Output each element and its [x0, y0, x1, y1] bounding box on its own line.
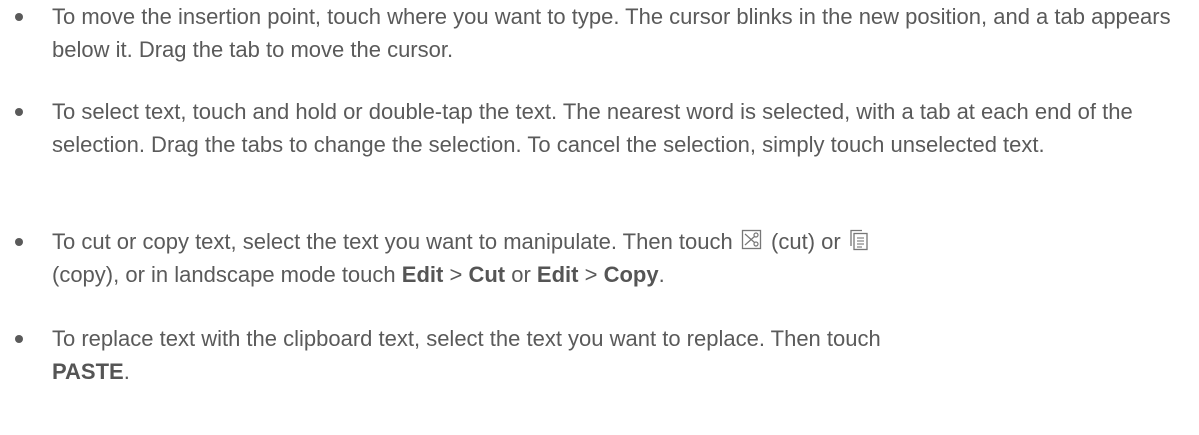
list-item-text: To move the insertion point, touch where…	[52, 4, 1171, 62]
bullet-dot	[15, 13, 23, 21]
period: .	[658, 262, 665, 287]
edit-menu-label: Edit	[401, 262, 444, 287]
list-item-text: To select text, touch and hold or double…	[52, 99, 1133, 157]
paste-label: PASTE	[52, 359, 124, 384]
edit-menu-label: Edit	[536, 262, 579, 287]
separator: >	[449, 262, 463, 287]
list-item-text: To replace text with the clipboard text,…	[52, 322, 1193, 388]
period: .	[123, 359, 130, 384]
instruction-list: To move the insertion point, touch where…	[0, 0, 1199, 435]
bullet-dot	[15, 335, 23, 343]
bullet-dot	[15, 238, 23, 246]
cut-label-text: (cut) or	[771, 229, 841, 254]
cut-icon	[741, 229, 763, 251]
list-item-text: To cut or copy text, select the text you…	[52, 225, 1193, 291]
separator: >	[584, 262, 598, 287]
cut-menu-label: Cut	[468, 262, 506, 287]
copy-landscape-text: (copy), or in landscape mode touch	[52, 262, 396, 287]
paste-instruction-text: To replace text with the clipboard text,…	[52, 326, 881, 351]
bullet-dot	[15, 108, 23, 116]
copy-icon	[849, 229, 869, 251]
or-text: or	[511, 262, 531, 287]
cut-copy-intro: To cut or copy text, select the text you…	[52, 229, 733, 254]
copy-menu-label: Copy	[603, 262, 659, 287]
